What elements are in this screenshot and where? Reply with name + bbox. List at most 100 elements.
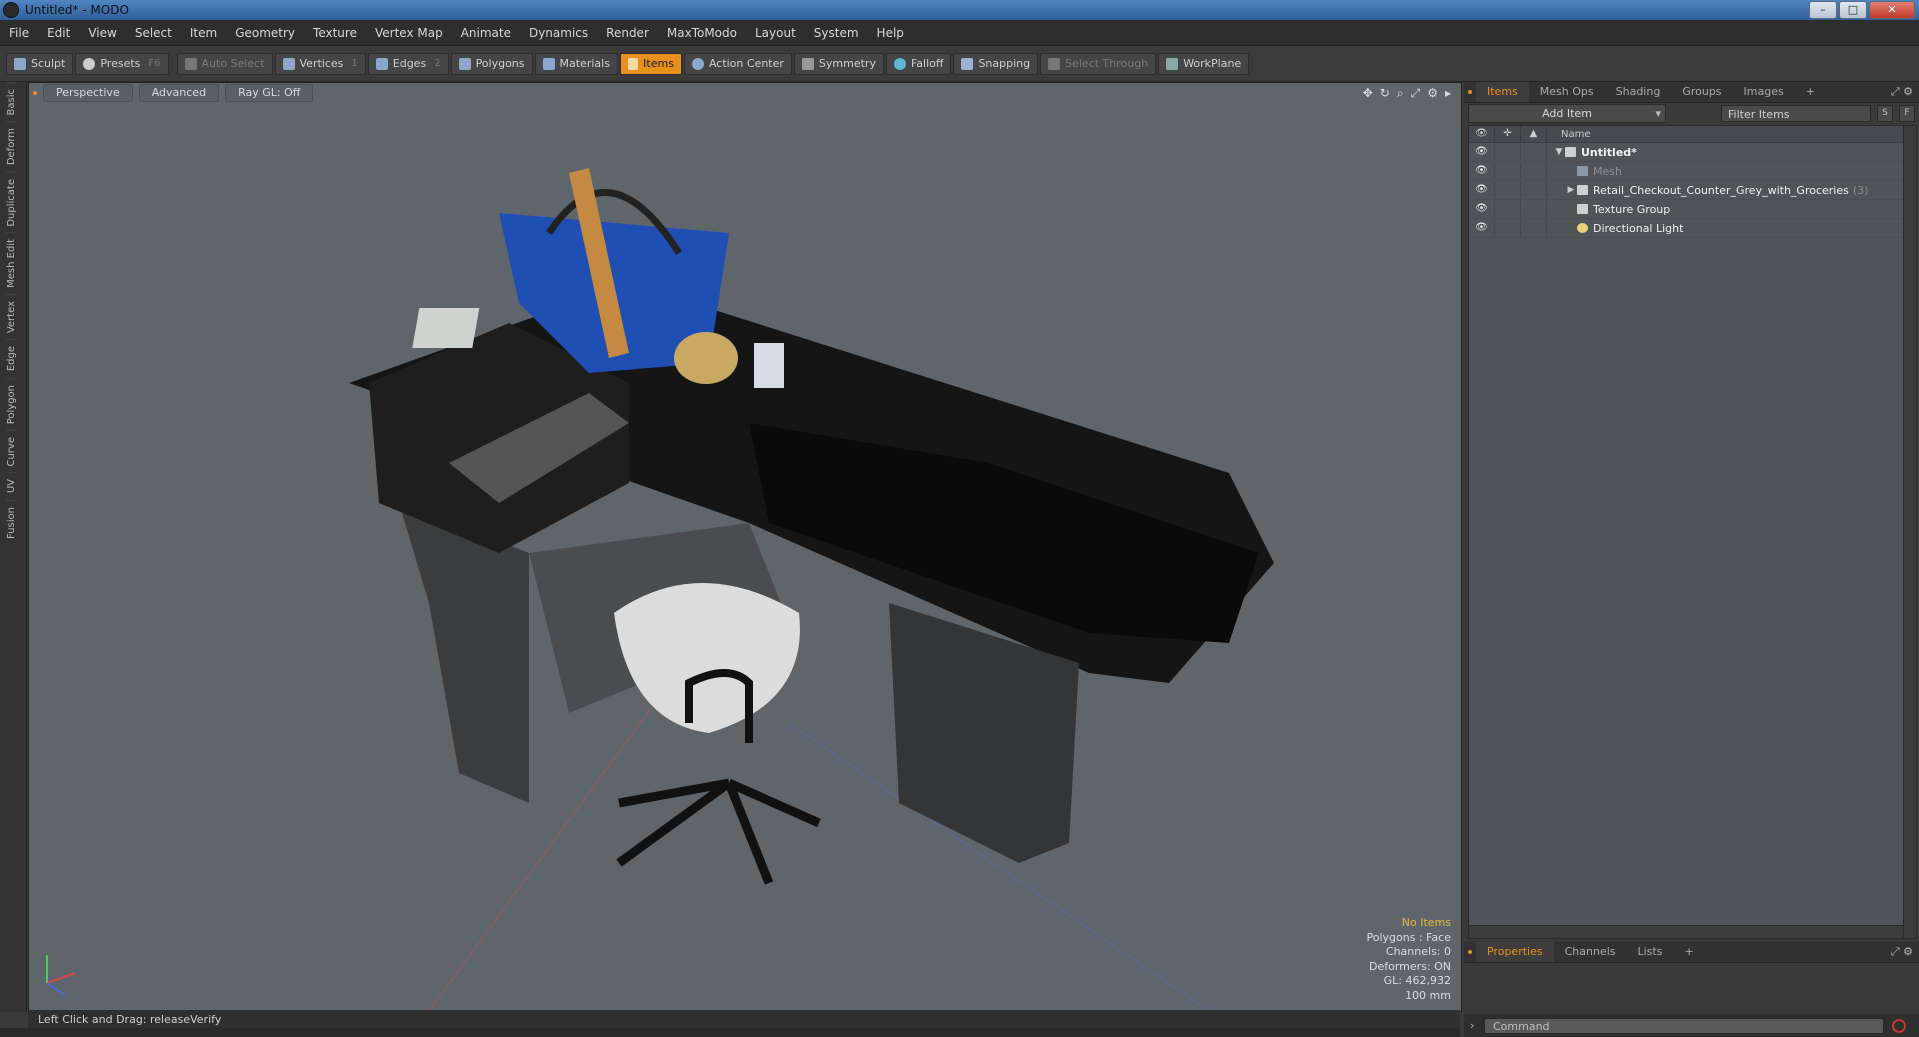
menu-texture[interactable]: Texture: [304, 26, 366, 40]
menu-geometry[interactable]: Geometry: [226, 26, 304, 40]
render-col-icon[interactable]: ▲: [1521, 126, 1547, 142]
tree-row-retail-checkout[interactable]: 👁 ▶ Retail_Checkout_Counter_Grey_with_Gro…: [1469, 181, 1903, 200]
tab-deform[interactable]: Deform: [6, 121, 17, 172]
add-item-dropdown[interactable]: Add Item ▾: [1468, 103, 1666, 123]
eye-icon[interactable]: 👁: [1469, 220, 1495, 236]
command-input[interactable]: Command: [1484, 1017, 1884, 1034]
falloff-button[interactable]: Falloff: [885, 52, 952, 75]
maximize-button[interactable]: □: [1839, 1, 1867, 19]
tab-items[interactable]: Items: [1476, 82, 1529, 102]
add-tab-button[interactable]: +: [1795, 82, 1826, 102]
eye-icon[interactable]: 👁: [1469, 163, 1495, 179]
tab-duplicate[interactable]: Duplicate: [6, 171, 17, 233]
polygons-button[interactable]: Polygons: [450, 52, 533, 75]
expand-props-icon[interactable]: ⤢: [1891, 945, 1900, 958]
command-history-button[interactable]: [1892, 1018, 1906, 1033]
tab-channels[interactable]: Channels: [1554, 942, 1627, 962]
eye-icon[interactable]: 👁: [1469, 201, 1495, 217]
menu-item[interactable]: Item: [181, 26, 226, 40]
action-center-button[interactable]: Action Center: [683, 52, 792, 75]
filter-items-input[interactable]: Filter Items: [1721, 104, 1871, 122]
symmetry-button[interactable]: Symmetry: [793, 52, 884, 75]
workplane-button[interactable]: WorkPlane: [1158, 52, 1250, 75]
tab-fusion[interactable]: Fusion: [6, 499, 17, 545]
name-column-header[interactable]: Name: [1547, 129, 1591, 140]
viewport-settings-gear-icon[interactable]: ⚙: [1427, 86, 1438, 101]
tab-mesh-ops[interactable]: Mesh Ops: [1529, 82, 1605, 102]
menu-layout[interactable]: Layout: [746, 26, 805, 40]
rotate-icon[interactable]: ↻: [1380, 86, 1390, 101]
tree-horizontal-scrollbar[interactable]: [1468, 925, 1904, 939]
eye-icon[interactable]: 👁: [1469, 182, 1495, 198]
expand-right-icon[interactable]: ▶: [1565, 185, 1577, 195]
tab-vertex[interactable]: Vertex: [6, 294, 17, 340]
command-arrow-icon: ›: [1470, 1019, 1475, 1032]
3d-viewport[interactable]: Perspective Advanced Ray GL: Off ✥ ↻ ⌕ ⤢…: [28, 82, 1462, 1012]
tab-shading[interactable]: Shading: [1605, 82, 1672, 102]
menu-dynamics[interactable]: Dynamics: [520, 26, 597, 40]
right-panel: Items Mesh Ops Shading Groups Images + ⤢…: [1464, 82, 1919, 1037]
view-type-dropdown[interactable]: Perspective: [43, 84, 133, 102]
tree-row-texture-group[interactable]: 👁 Texture Group: [1469, 200, 1903, 219]
tab-curve[interactable]: Curve: [6, 429, 17, 473]
expand-panel-icon[interactable]: ⤢: [1891, 85, 1900, 98]
lock-col-icon[interactable]: ✛: [1495, 126, 1521, 142]
menu-render[interactable]: Render: [597, 26, 658, 40]
materials-button[interactable]: Materials: [534, 52, 618, 75]
visibility-col-icon[interactable]: 👁: [1469, 126, 1495, 142]
menu-file[interactable]: File: [0, 26, 38, 40]
minimize-button[interactable]: –: [1809, 1, 1837, 19]
snapping-button[interactable]: Snapping: [953, 52, 1039, 75]
scene-render[interactable]: [29, 83, 1461, 1011]
shading-dropdown[interactable]: Advanced: [138, 84, 220, 102]
props-gear-icon[interactable]: ⚙: [1903, 945, 1913, 958]
s-button[interactable]: S: [1877, 104, 1893, 122]
tab-lists[interactable]: Lists: [1627, 942, 1674, 962]
hud-gl: GL: 462,932: [1383, 974, 1451, 987]
panel-gear-icon[interactable]: ⚙: [1903, 85, 1913, 98]
tab-groups[interactable]: Groups: [1671, 82, 1732, 102]
presets-button[interactable]: Presets F6: [75, 52, 169, 75]
zoom-icon[interactable]: ⌕: [1397, 86, 1404, 101]
tab-polygon[interactable]: Polygon: [6, 377, 17, 430]
menu-edit[interactable]: Edit: [38, 26, 79, 40]
maximize-viewport-icon[interactable]: ⤢: [1411, 86, 1421, 101]
hud-channels: Channels: 0: [1385, 945, 1451, 958]
menu-view[interactable]: View: [79, 26, 125, 40]
tree-row-directional-light[interactable]: 👁 Directional Light: [1469, 219, 1903, 238]
f-button[interactable]: F: [1899, 104, 1915, 122]
panel-menu-icon[interactable]: [1468, 90, 1472, 94]
tab-properties[interactable]: Properties: [1476, 942, 1554, 962]
menu-vertex-map[interactable]: Vertex Map: [366, 26, 452, 40]
tab-edge[interactable]: Edge: [6, 339, 17, 378]
menu-help[interactable]: Help: [868, 26, 913, 40]
menu-animate[interactable]: Animate: [452, 26, 520, 40]
tab-images[interactable]: Images: [1733, 82, 1795, 102]
add-prop-tab-button[interactable]: +: [1673, 942, 1704, 962]
select-through-button[interactable]: Select Through: [1040, 52, 1157, 75]
menu-maxtomodo[interactable]: MaxToModo: [658, 26, 746, 40]
vertices-button[interactable]: Vertices 1: [274, 52, 366, 75]
menu-select[interactable]: Select: [126, 26, 181, 40]
tree-row-untitled[interactable]: 👁 ▼ Untitled*: [1469, 143, 1903, 162]
properties-tabs: Properties Channels Lists + ⤢ ⚙: [1464, 942, 1919, 963]
window-controls: – □ ✕: [1809, 1, 1915, 19]
tab-uv[interactable]: UV: [6, 472, 17, 500]
eye-icon[interactable]: 👁: [1469, 144, 1495, 160]
viewport-more-arrow-icon[interactable]: ▸: [1445, 86, 1451, 101]
raygl-dropdown[interactable]: Ray GL: Off: [225, 84, 314, 102]
items-button[interactable]: Items: [619, 52, 682, 75]
tab-basic[interactable]: Basic: [6, 82, 17, 122]
sculpt-button[interactable]: Sculpt: [6, 52, 74, 75]
auto-select-button[interactable]: Auto Select: [176, 52, 273, 75]
expand-down-icon[interactable]: ▼: [1553, 147, 1565, 157]
menu-system[interactable]: System: [805, 26, 868, 40]
tree-vertical-scrollbar[interactable]: [1903, 125, 1917, 939]
props-menu-icon[interactable]: [1468, 950, 1472, 954]
tree-row-mesh[interactable]: 👁 Mesh: [1469, 162, 1903, 181]
edges-button[interactable]: Edges 2: [367, 52, 449, 75]
viewport-menu-icon[interactable]: [33, 91, 37, 95]
tab-mesh-edit[interactable]: Mesh Edit: [6, 232, 17, 295]
pan-icon[interactable]: ✥: [1363, 86, 1373, 101]
close-button[interactable]: ✕: [1869, 1, 1915, 19]
